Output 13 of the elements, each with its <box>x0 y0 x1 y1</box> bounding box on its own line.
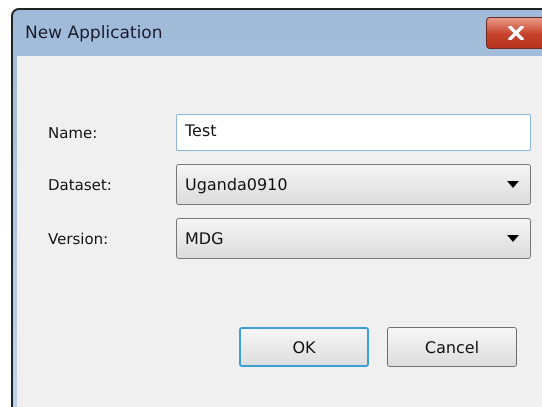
close-icon <box>506 26 526 40</box>
dropdown[interactable]: Uganda0910 <box>176 164 531 205</box>
dropdown[interactable]: MDG <box>176 218 531 259</box>
caret-icon <box>507 181 519 188</box>
window-title: New Application <box>25 23 162 43</box>
name-field[interactable]: Test <box>176 114 531 151</box>
field-label: Version: <box>48 230 110 248</box>
dialog-button[interactable]: OK <box>239 327 369 367</box>
dialog-button[interactable]: Cancel <box>387 327 517 367</box>
close-button[interactable] <box>486 17 542 49</box>
caret-icon <box>507 235 519 242</box>
field-label: Dataset: <box>48 176 113 194</box>
field-label: Name: <box>48 124 98 142</box>
